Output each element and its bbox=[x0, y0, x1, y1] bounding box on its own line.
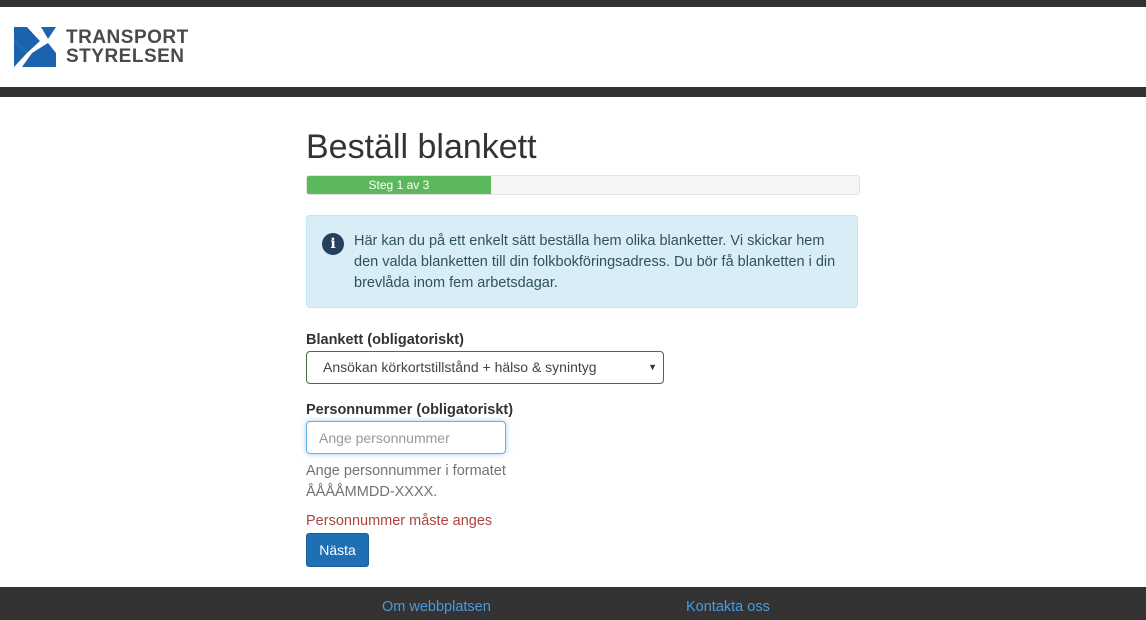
blankett-label: Blankett (obligatoriskt) bbox=[306, 332, 464, 348]
footer-link-about[interactable]: Om webbplatsen bbox=[382, 599, 491, 615]
progress-bar: Steg 1 av 3 bbox=[306, 175, 860, 195]
site-logo[interactable]: TRANSPORT STYRELSEN bbox=[14, 27, 189, 67]
personnummer-label: Personnummer (obligatoriskt) bbox=[306, 402, 514, 418]
personnummer-error: Personnummer måste anges bbox=[306, 513, 493, 529]
logo-line-2: STYRELSEN bbox=[66, 46, 185, 67]
site-footer: Om webbplatsen Kontakta oss bbox=[0, 587, 1146, 620]
info-text: Här kan du på ett enkelt sätt beställa h… bbox=[354, 233, 836, 291]
logo-text: TRANSPORT STYRELSEN bbox=[66, 28, 189, 66]
help-line-1: Ange personnummer i formatet bbox=[306, 463, 506, 479]
blankett-select[interactable]: Ansökan körkortstillstånd + hälso & syni… bbox=[306, 351, 664, 384]
dropdown-arrow-icon: ▼ bbox=[648, 362, 657, 372]
info-alert: i Här kan du på ett enkelt sätt beställa… bbox=[306, 215, 858, 308]
logo-line-1: TRANSPORT bbox=[66, 27, 189, 48]
site-header: TRANSPORT STYRELSEN bbox=[0, 7, 1146, 87]
page-title: Beställ blankett bbox=[306, 128, 537, 166]
progress-fill: Steg 1 av 3 bbox=[307, 176, 491, 194]
footer-link-contact[interactable]: Kontakta oss bbox=[686, 599, 770, 615]
blankett-selected-value: Ansökan körkortstillstånd + hälso & syni… bbox=[323, 359, 597, 375]
personnummer-help: Ange personnummer i formatet ÅÅÅÅMMDD-XX… bbox=[306, 461, 546, 503]
top-strip bbox=[0, 0, 1146, 7]
info-icon: i bbox=[322, 233, 344, 255]
help-line-2: ÅÅÅÅMMDD-XXXX. bbox=[306, 484, 438, 500]
next-button[interactable]: Nästa bbox=[306, 533, 369, 567]
transportstyrelsen-logo-icon bbox=[14, 27, 56, 67]
personnummer-input[interactable] bbox=[306, 421, 506, 454]
header-divider bbox=[0, 87, 1146, 97]
